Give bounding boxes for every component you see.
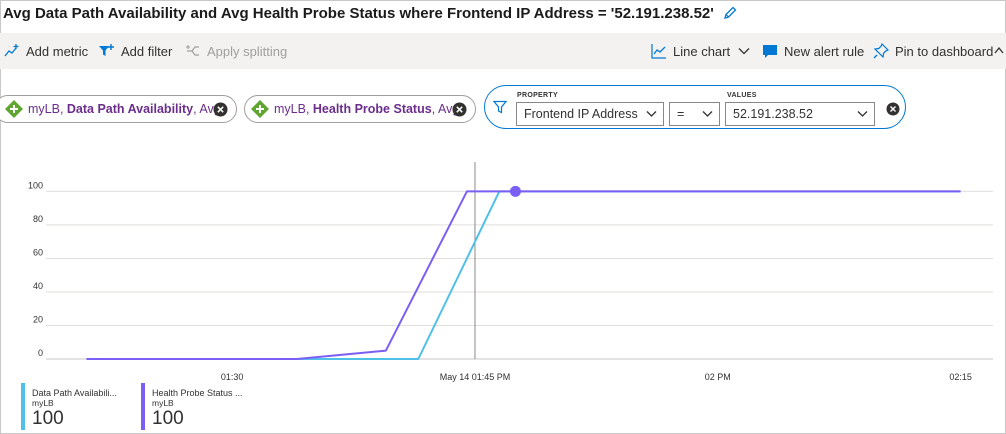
series-line bbox=[86, 190, 961, 360]
series-line bbox=[86, 190, 961, 360]
chart-toolbar: Add metric Add filter Apply splitting Li… bbox=[0, 33, 1006, 69]
chevron-down-icon bbox=[857, 111, 868, 117]
chevron-down-icon bbox=[646, 111, 657, 117]
values-label: VALUES bbox=[727, 92, 757, 99]
line-chart-label: Line chart bbox=[673, 43, 731, 59]
y-tick-label: 100 bbox=[28, 180, 43, 190]
pill-separator: , bbox=[59, 102, 67, 116]
legend-color-swatch bbox=[141, 383, 145, 430]
filter-editor: PROPERTY Frontend IP Address = VALUES 52… bbox=[484, 85, 906, 129]
hover-data-point bbox=[509, 185, 521, 197]
chart-type-dropdown[interactable]: Line chart bbox=[651, 33, 750, 69]
legend-value: 100 bbox=[152, 408, 184, 429]
load-balancer-icon bbox=[251, 100, 269, 118]
legend-item-data-path-availability[interactable]: Data Path Availabili... myLB 100 bbox=[21, 383, 136, 431]
legend-series-name: Data Path Availabili... bbox=[32, 388, 117, 398]
pin-icon bbox=[873, 43, 889, 59]
x-tick-label: May 14 01:45 PM bbox=[440, 372, 511, 382]
values-value: 52.191.238.52 bbox=[733, 107, 813, 121]
edit-title-icon[interactable] bbox=[722, 5, 738, 21]
x-tick-label: 02:15 bbox=[949, 372, 972, 382]
add-filter-icon bbox=[99, 44, 114, 56]
pin-to-dashboard-label: Pin to dashboard bbox=[895, 43, 994, 59]
add-metric-icon bbox=[4, 44, 19, 57]
pin-to-dashboard-button[interactable]: Pin to dashboard bbox=[873, 33, 993, 69]
pill-metric: Health Probe Status bbox=[312, 102, 432, 116]
apply-splitting-label: Apply splitting bbox=[207, 43, 288, 59]
operator-dropdown[interactable]: = bbox=[669, 102, 720, 126]
pill-resource: myLB bbox=[274, 102, 306, 116]
values-dropdown[interactable]: 52.191.238.52 bbox=[725, 102, 875, 126]
add-metric-button[interactable]: Add metric bbox=[4, 33, 88, 69]
pill-metric: Data Path Availability bbox=[66, 102, 194, 116]
alert-rule-icon bbox=[763, 45, 777, 58]
add-metric-label: Add metric bbox=[26, 43, 89, 59]
remove-metric-icon[interactable] bbox=[452, 102, 467, 117]
apply-splitting-button[interactable]: Apply splitting bbox=[185, 33, 287, 69]
add-filter-label: Add filter bbox=[121, 43, 173, 59]
line-chart-icon bbox=[651, 44, 666, 59]
new-alert-rule-label: New alert rule bbox=[784, 43, 865, 59]
split-icon bbox=[186, 45, 199, 56]
remove-filter-icon[interactable] bbox=[886, 102, 900, 116]
load-balancer-icon bbox=[5, 100, 23, 118]
new-alert-rule-button[interactable]: New alert rule bbox=[762, 33, 864, 69]
y-tick-label: 40 bbox=[33, 281, 43, 291]
y-tick-label: 80 bbox=[33, 214, 43, 224]
metric-pill-data-path-availability[interactable]: myLB, Data Path Availability, Avg bbox=[0, 95, 237, 123]
chevron-down-icon bbox=[738, 48, 750, 55]
operator-value: = bbox=[677, 107, 685, 121]
y-tick-label: 0 bbox=[38, 348, 43, 358]
chart-title-row: Avg Data Path Availability and Avg Healt… bbox=[3, 3, 738, 23]
x-tick-label: 02 PM bbox=[705, 372, 731, 382]
metric-pill-health-probe-status[interactable]: myLB, Health Probe Status, Avg bbox=[244, 95, 476, 123]
legend-resource: myLB bbox=[32, 398, 54, 408]
legend-value: 100 bbox=[32, 408, 64, 429]
x-tick-label: 01:30 bbox=[221, 372, 244, 382]
legend-item-health-probe-status[interactable]: Health Probe Status ... myLB 100 bbox=[141, 383, 261, 431]
legend-resource: myLB bbox=[152, 398, 174, 408]
y-tick-label: 60 bbox=[33, 247, 43, 257]
chart-title: Avg Data Path Availability and Avg Healt… bbox=[3, 4, 714, 22]
legend-color-swatch bbox=[21, 383, 25, 430]
y-tick-label: 20 bbox=[33, 314, 43, 324]
property-dropdown[interactable]: Frontend IP Address bbox=[516, 102, 664, 126]
line-chart[interactable]: 0 20 40 60 80 100 01:30 May 14 01:45 PM 02 PM 02:… bbox=[0, 160, 1006, 385]
legend-series-name: Health Probe Status ... bbox=[152, 388, 243, 398]
property-value: Frontend IP Address bbox=[524, 107, 638, 121]
filter-icon bbox=[493, 100, 507, 114]
property-label: PROPERTY bbox=[517, 92, 558, 99]
scroll-up-icon[interactable] bbox=[994, 45, 1004, 57]
remove-metric-icon[interactable] bbox=[213, 102, 228, 117]
pill-resource: myLB bbox=[28, 102, 60, 116]
add-filter-button[interactable]: Add filter bbox=[98, 33, 172, 69]
chevron-down-icon bbox=[702, 111, 713, 117]
pill-separator: , bbox=[305, 102, 313, 116]
